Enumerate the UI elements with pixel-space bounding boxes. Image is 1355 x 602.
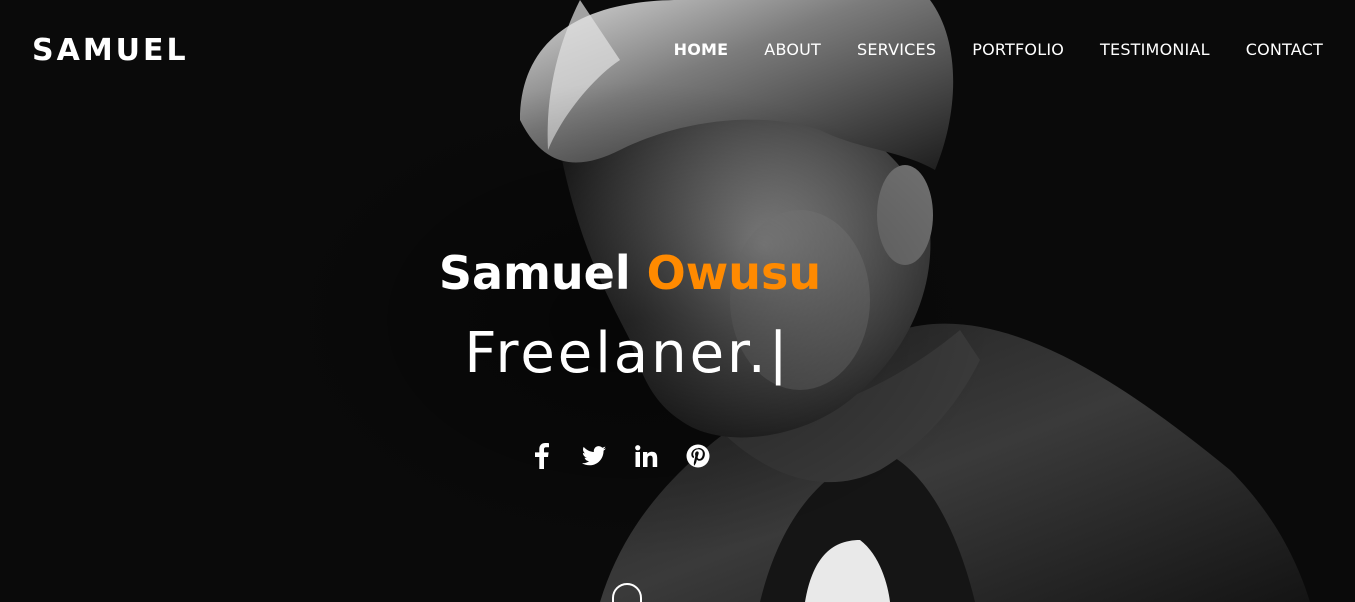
nav-item-about[interactable]: ABOUT [764,40,821,59]
twitter-icon [582,446,606,466]
nav-item-portfolio[interactable]: PORTFOLIO [972,40,1064,59]
hero-role-text: Freelaner. [464,321,769,386]
hero-typed-role: Freelaner.| [0,321,1255,386]
typing-cursor: | [768,321,791,386]
pinterest-icon [686,444,710,468]
hero-overlay [0,0,1355,602]
pinterest-link[interactable] [685,442,711,470]
twitter-link[interactable] [581,442,607,470]
nav-item-home[interactable]: HOME [674,40,729,59]
facebook-link[interactable] [529,442,555,470]
hero-name: Samuel Owusu [0,246,1260,300]
social-links [0,442,1240,470]
facebook-icon [535,443,549,469]
brand-logo[interactable]: SAMUEL [32,33,189,68]
hero-section: SAMUEL HOME ABOUT SERVICES PORTFOLIO TES… [0,0,1355,602]
hero-last-name: Owusu [646,246,822,300]
hero-first-name: Samuel [438,246,631,300]
linkedin-icon [634,445,657,467]
linkedin-link[interactable] [633,442,659,470]
nav-item-testimonial[interactable]: TESTIMONIAL [1100,40,1210,59]
nav-item-contact[interactable]: CONTACT [1246,40,1323,59]
nav-item-services[interactable]: SERVICES [857,40,936,59]
main-nav: HOME ABOUT SERVICES PORTFOLIO TESTIMONIA… [638,40,1323,59]
